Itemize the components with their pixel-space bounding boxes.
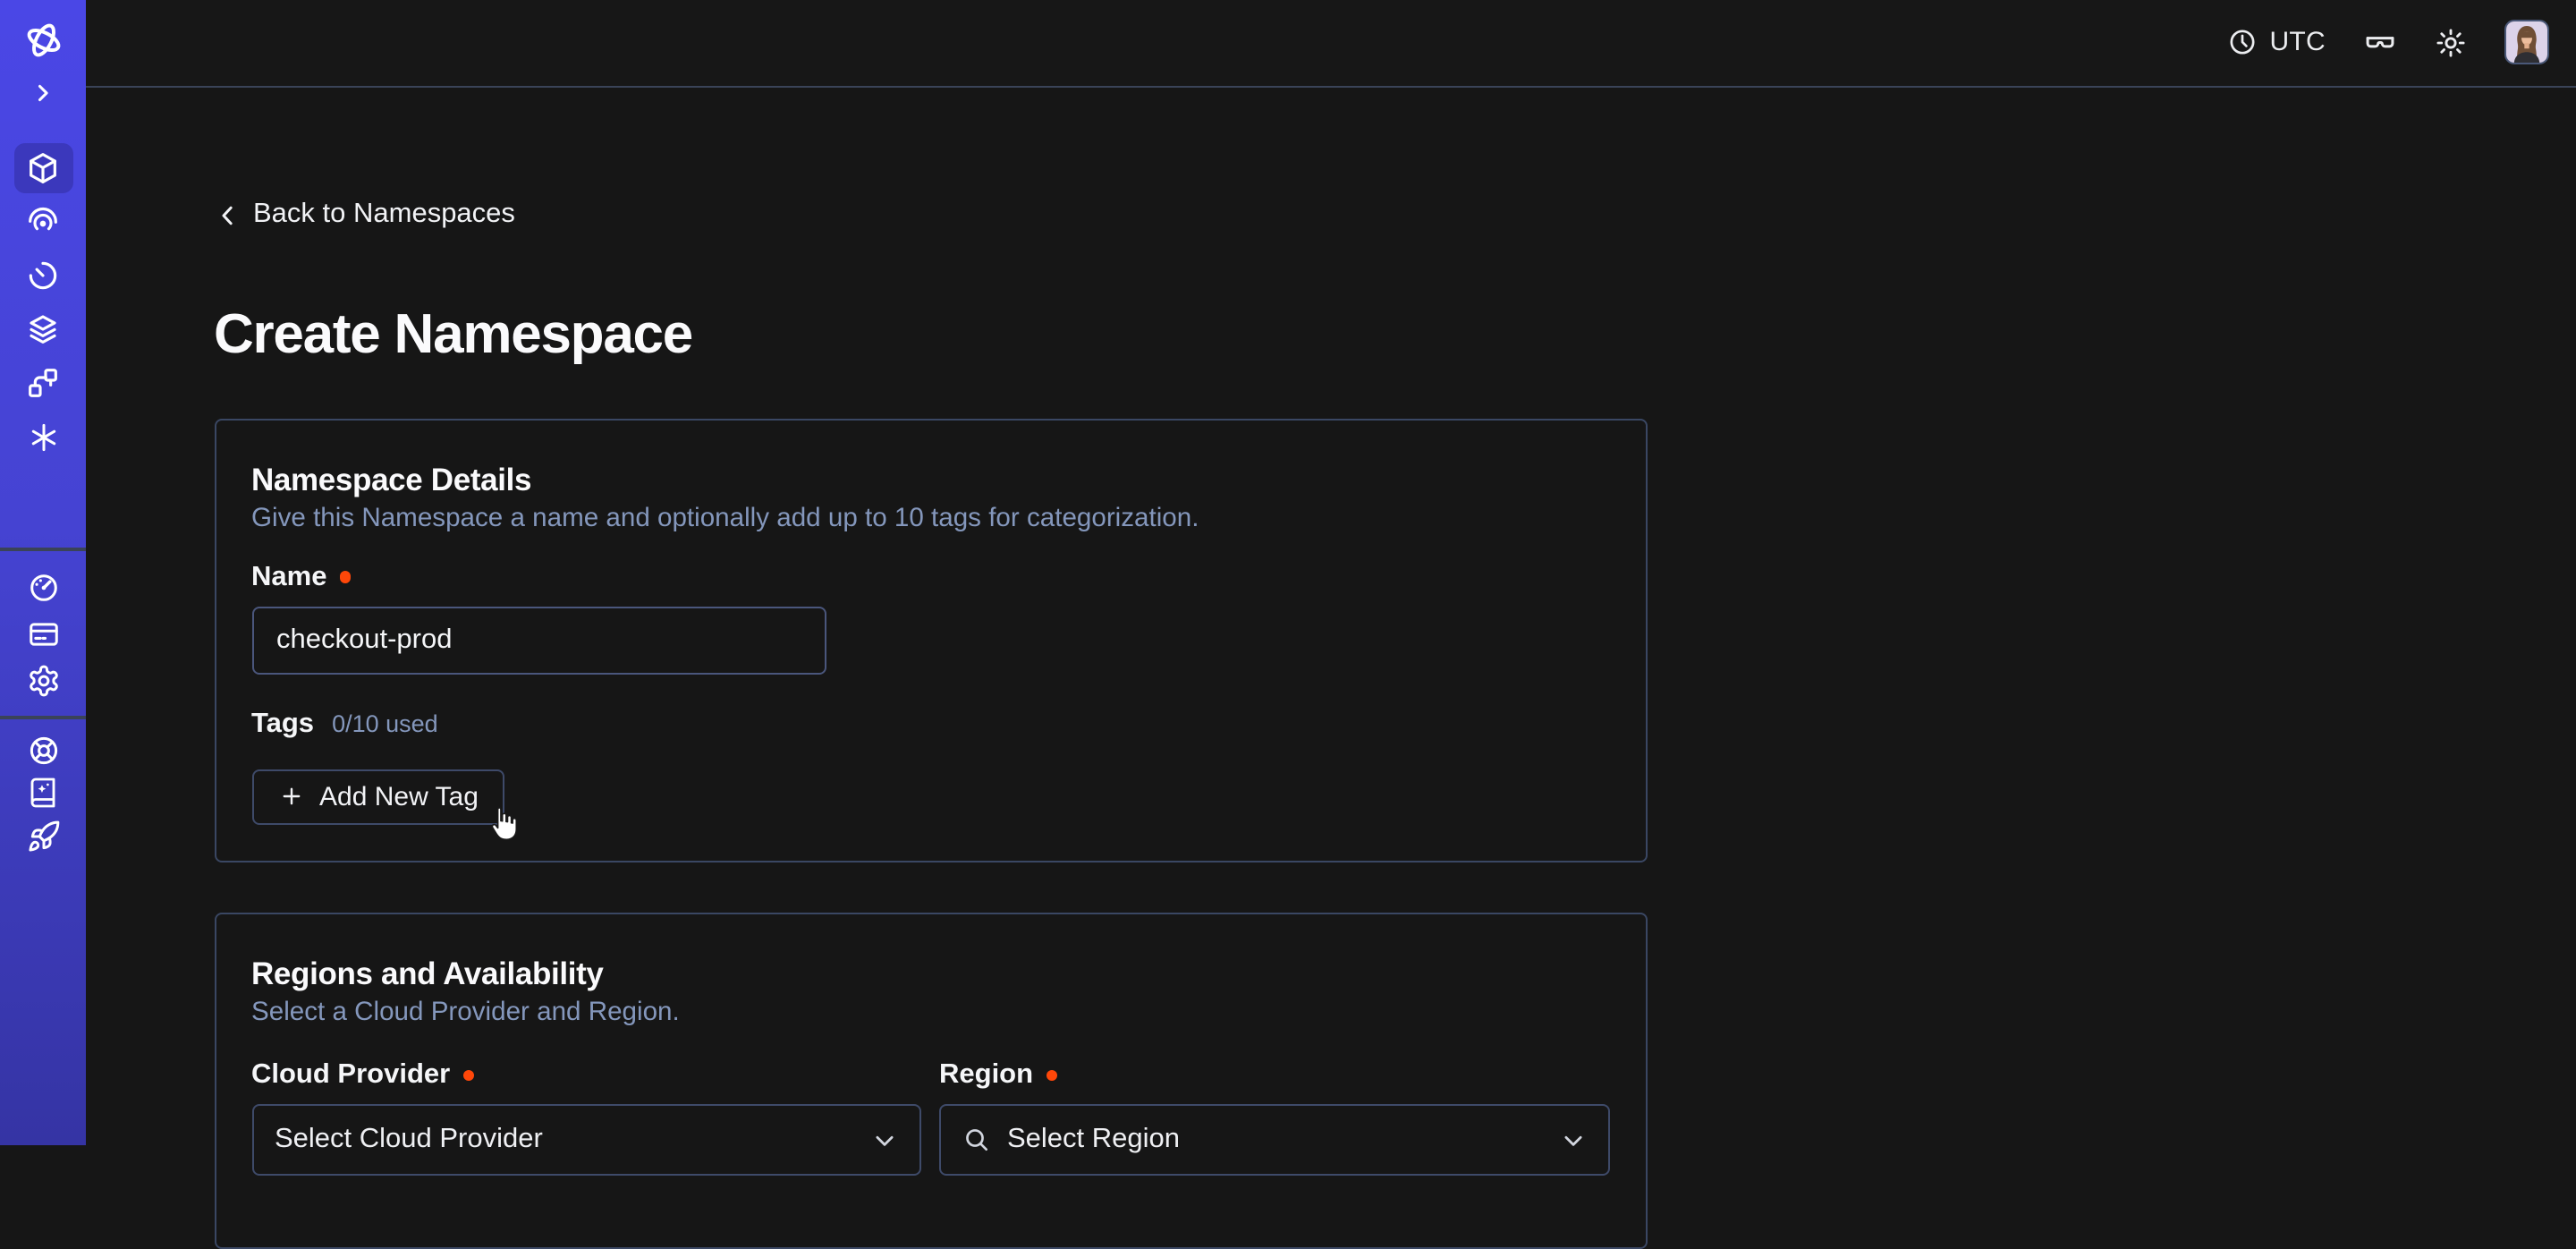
region-label-row: Region (939, 1059, 1609, 1092)
spiral-icon (25, 204, 61, 240)
name-label: Name (251, 561, 326, 593)
credit-card-icon (26, 616, 60, 650)
sidebar-item-namespaces[interactable] (13, 143, 72, 193)
sidebar-item-layers[interactable] (0, 304, 86, 354)
sidebar-item-usage[interactable] (0, 564, 86, 610)
sun-icon (2435, 27, 2467, 59)
sidebar-item-nexus[interactable] (0, 412, 86, 462)
sidebar-item-billing[interactable] (0, 610, 86, 657)
timezone-button[interactable]: UTC (2226, 28, 2326, 58)
sidebar (0, 0, 86, 1145)
card-title: Namespace Details (251, 461, 1609, 498)
sidebar-item-deployments[interactable] (0, 358, 86, 408)
chevron-right-icon (30, 81, 55, 106)
cloud-provider-label-row: Cloud Provider (251, 1059, 921, 1092)
provider-region-grid: Cloud Provider Select Cloud Provider Reg… (251, 1029, 1609, 1176)
topbar: UTC (86, 0, 2576, 87)
namespace-name-input[interactable] (251, 606, 826, 674)
sidebar-expand-button[interactable] (0, 79, 86, 107)
cube-icon (25, 150, 61, 186)
sidebar-divider (0, 716, 86, 718)
region-select-value: Select Region (1007, 1124, 1180, 1156)
main-content: Back to Namespaces Create Namespace Name… (86, 87, 2576, 1145)
tags-row: Tags 0/10 used (251, 708, 1609, 740)
back-link-label: Back to Namespaces (253, 199, 515, 231)
avatar-portrait (2506, 22, 2547, 64)
branch-icon (25, 365, 61, 401)
labs-mode-button[interactable] (2363, 26, 2397, 60)
cloud-provider-field: Cloud Provider Select Cloud Provider (251, 1029, 921, 1176)
asterisk-icon (26, 420, 60, 454)
required-dot (1046, 1070, 1057, 1082)
cloud-provider-label: Cloud Provider (251, 1059, 450, 1092)
tags-label: Tags (251, 708, 314, 740)
card-subtitle: Select a Cloud Provider and Region. (251, 998, 1609, 1029)
rocket-icon (26, 819, 60, 853)
gauge-icon (26, 570, 60, 604)
lifebuoy-icon (26, 733, 60, 767)
clock-icon (2226, 28, 2257, 58)
app-root: UTC (0, 0, 2576, 1145)
required-dot (462, 1070, 474, 1082)
card-subtitle: Give this Namespace a name and optionall… (251, 504, 1609, 534)
back-link[interactable]: Back to Namespaces (214, 200, 515, 229)
region-select[interactable]: Select Region (939, 1104, 1609, 1176)
add-new-tag-label: Add New Tag (319, 782, 479, 812)
chevron-down-icon (871, 1126, 898, 1153)
theme-toggle-button[interactable] (2435, 27, 2467, 59)
glasses-icon (2363, 26, 2397, 60)
required-dot (339, 572, 351, 583)
sidebar-item-settings[interactable] (0, 657, 86, 703)
sidebar-item-spiral[interactable] (0, 197, 86, 247)
chevron-down-icon (1559, 1126, 1586, 1153)
card-title: Regions and Availability (251, 956, 1609, 993)
chevron-left-icon (214, 201, 241, 228)
sidebar-item-timer[interactable] (0, 251, 86, 301)
plus-icon (278, 785, 303, 810)
cloud-provider-select-value: Select Cloud Provider (275, 1124, 543, 1156)
name-label-row: Name (251, 561, 1609, 593)
sidebar-item-docs[interactable] (0, 771, 86, 814)
sidebar-divider (0, 548, 86, 550)
sidebar-item-getting-started[interactable] (0, 814, 86, 857)
cloud-provider-select[interactable]: Select Cloud Provider (251, 1104, 921, 1176)
tags-usage: 0/10 used (332, 708, 438, 740)
temporal-logo-icon (21, 17, 65, 62)
add-new-tag-button[interactable]: Add New Tag (251, 769, 505, 825)
gear-icon (26, 663, 60, 697)
sidebar-item-support[interactable] (0, 728, 86, 771)
namespace-details-card: Namespace Details Give this Namespace a … (214, 418, 1647, 862)
layers-icon (25, 311, 61, 347)
temporal-logo[interactable] (0, 16, 86, 63)
timezone-label: UTC (2269, 28, 2326, 58)
region-label: Region (939, 1059, 1033, 1092)
timer-icon (25, 258, 61, 293)
user-avatar[interactable] (2504, 21, 2549, 65)
region-field: Region Select Region (939, 1029, 1609, 1176)
search-icon (962, 1126, 991, 1154)
page-title: Create Namespace (214, 302, 2576, 366)
regions-card: Regions and Availability Select a Cloud … (214, 913, 1647, 1249)
book-sparkles-icon (27, 777, 59, 809)
